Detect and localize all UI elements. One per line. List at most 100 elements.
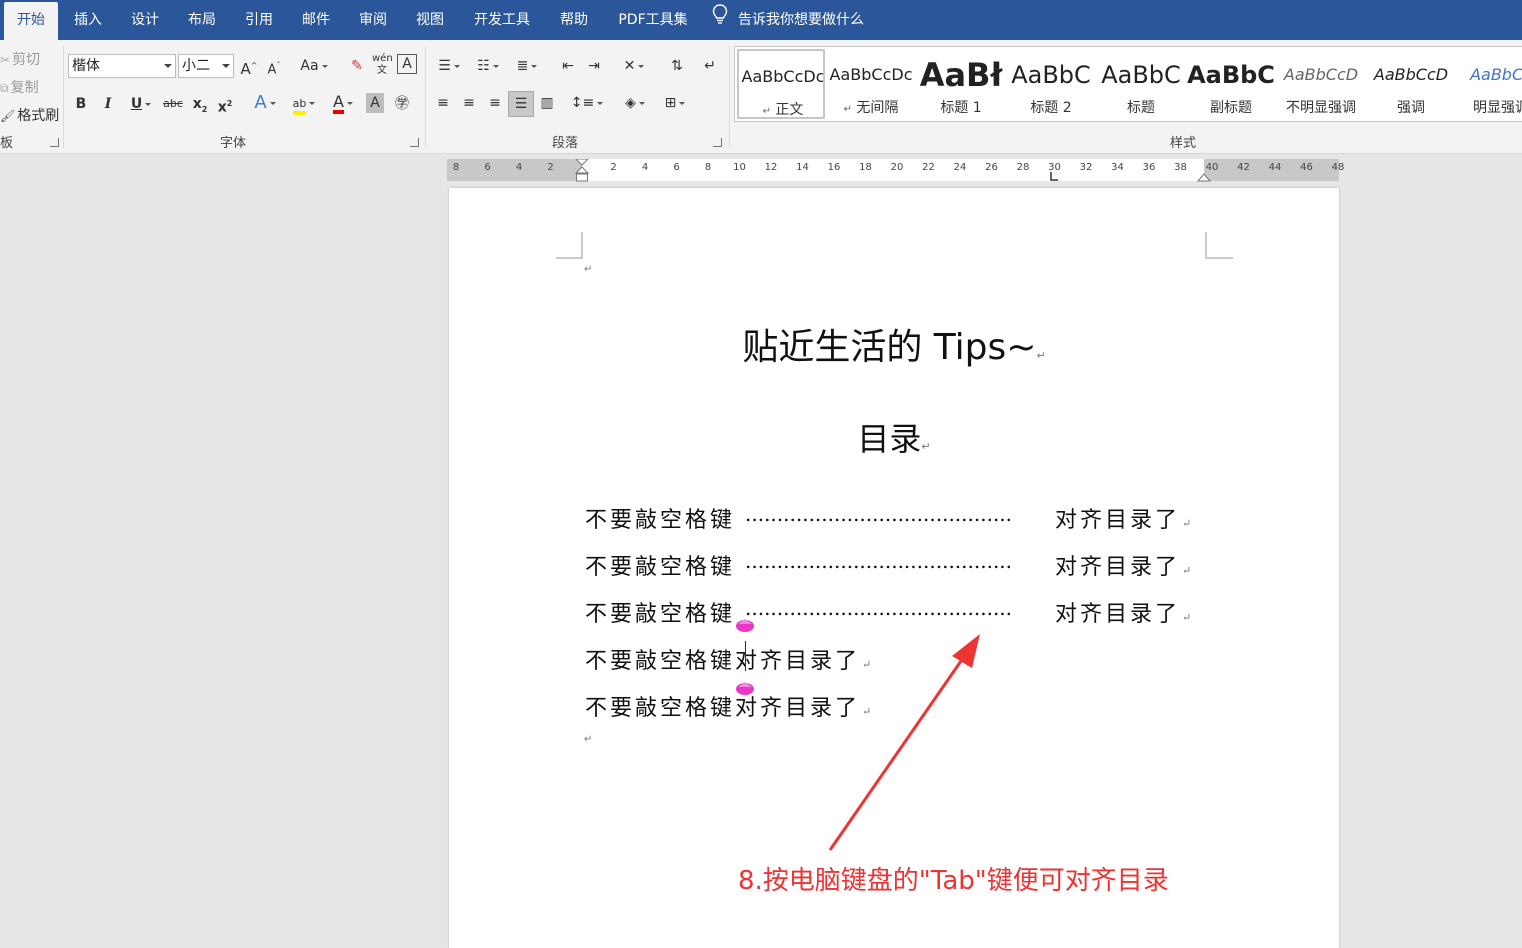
align-center-button[interactable]: ≡ [458, 92, 480, 114]
text-effects-button[interactable]: A [250, 92, 280, 114]
tell-me-search[interactable]: 告诉我你想要做什么 [712, 0, 902, 40]
character-border-button[interactable]: A [397, 54, 417, 74]
tab-stop-icon[interactable] [1049, 171, 1059, 183]
phonetic-guide-icon: wén 文 [372, 53, 393, 76]
style-normal[interactable]: AaBbCcDc ↵ 正文 [737, 49, 825, 119]
ruler-number: 6 [484, 162, 491, 173]
phonetic-guide-button[interactable]: wén 文 [372, 53, 393, 76]
distributed-button[interactable]: ▥ [536, 92, 558, 114]
ruler-number: 14 [796, 162, 809, 173]
grow-font-button[interactable]: A^ [240, 55, 258, 78]
line-spacing-button[interactable]: ↕≡ [570, 92, 604, 114]
selection-handle-bottom[interactable] [735, 680, 755, 696]
superscript-button[interactable]: x2 [215, 93, 235, 116]
toc-entry-right-text: 对齐目录了 ↵ [1055, 555, 1192, 580]
multilevel-list-button[interactable]: ≣ [510, 55, 544, 77]
toc-entry[interactable]: 不要敲空格键 .................................… [585, 549, 1205, 580]
paragraph-mark-icon: ↵ [704, 58, 716, 74]
sort-button[interactable]: ⇅ [666, 55, 688, 77]
tab-developer[interactable]: 开发工具 [461, 0, 543, 40]
shrink-font-button[interactable]: Aˇ [265, 55, 283, 77]
right-indent-marker-icon[interactable] [1197, 171, 1211, 183]
bullets-button[interactable]: ☰ [432, 55, 466, 77]
style-intense-emphasis[interactable]: AaBbCc 明显强调 [1457, 49, 1522, 119]
shading-button[interactable]: ◈ [618, 92, 652, 114]
align-left-button[interactable]: ≡ [432, 92, 454, 114]
tab-design[interactable]: 设计 [119, 0, 171, 40]
ruler-number: 32 [1079, 162, 1093, 173]
style-heading-2[interactable]: AaBbC 标题 2 [1007, 49, 1095, 119]
toc-heading[interactable]: 目录↵ [449, 414, 1339, 460]
chevron-down-icon [638, 101, 645, 105]
decrease-indent-button[interactable]: ⇤ [557, 55, 579, 77]
chevron-down-icon [597, 101, 604, 105]
clipboard-group-label: 板 [0, 136, 14, 151]
font-size-combo[interactable]: 小二 [178, 54, 234, 78]
bold-button[interactable]: B [72, 93, 90, 115]
tab-references[interactable]: 引用 [233, 0, 285, 40]
horizontal-ruler[interactable]: 8 6 4 2 2 4 6 8 10 12 14 16 18 20 22 24 26 28 30 32 34 36 38 40… [447, 159, 1344, 183]
chinese-layout-button[interactable]: ✕ [618, 55, 650, 77]
toc-entry[interactable]: 不要敲空格键 .................................… [585, 596, 1205, 627]
character-shading-button[interactable]: A [366, 93, 384, 113]
character-border-icon: A [402, 56, 412, 72]
selection-handle-top[interactable] [735, 617, 755, 633]
tab-view[interactable]: 视图 [404, 0, 456, 40]
ruler-number: 10 [733, 162, 746, 173]
tab-mailings[interactable]: 邮件 [290, 0, 342, 40]
ruler-number: 8 [452, 162, 460, 173]
justify-button[interactable]: ☰ [508, 91, 534, 117]
indent-marker-icon[interactable] [574, 159, 590, 187]
group-divider [63, 46, 64, 148]
distributed-icon: ▥ [540, 95, 554, 111]
clear-formatting-button[interactable]: ✎ [346, 55, 368, 77]
show-marks-button[interactable]: ↵ [699, 55, 721, 77]
tab-review[interactable]: 审阅 [347, 0, 399, 40]
font-dialog-launcher-icon[interactable] [410, 138, 419, 147]
increase-indent-button[interactable]: ⇥ [583, 55, 605, 77]
font-color-button[interactable]: A [326, 92, 360, 114]
underline-button[interactable]: U [125, 93, 157, 115]
tab-pdf-tools[interactable]: PDF工具集 [605, 0, 701, 40]
toc-entry[interactable]: 不要敲空格键 .................................… [585, 502, 1205, 533]
enclose-characters-button[interactable]: ㊫ [392, 93, 412, 115]
styles-gallery: AaBbCcDc ↵ 正文 AaBbCcDc ↵ 无间隔 AaBł 标题 1 A… [734, 46, 1522, 122]
style-subtle-emphasis[interactable]: AaBbCcD 不明显强调 [1277, 49, 1365, 119]
document-title[interactable]: 贴近生活的 Tips~↵ [449, 318, 1339, 370]
font-name-combo[interactable]: 楷体 [68, 54, 176, 78]
copy-button[interactable]: ⧉ 复制 [0, 77, 39, 97]
text-cursor [745, 641, 746, 671]
italic-button[interactable]: I [99, 93, 117, 115]
style-title[interactable]: AaBbC 标题 [1097, 49, 1185, 119]
clipboard-dialog-launcher-icon[interactable] [50, 138, 59, 147]
eraser-icon: ✎ [351, 58, 363, 74]
format-painter-button[interactable]: 🖌 格式刷 [0, 105, 59, 125]
ruler-number: 20 [890, 162, 904, 173]
style-subtitle[interactable]: AaBbC 副标题 [1187, 49, 1275, 119]
align-right-button[interactable]: ≡ [484, 92, 506, 114]
style-emphasis[interactable]: AaBbCcD 强调 [1367, 49, 1455, 119]
style-no-spacing[interactable]: AaBbCcDc ↵ 无间隔 [827, 49, 915, 119]
subscript-button[interactable]: x2 [190, 93, 210, 115]
highlight-button[interactable]: ab [287, 92, 321, 115]
bullets-icon: ☰ [438, 58, 451, 74]
strikethrough-button[interactable]: abc [162, 93, 184, 115]
leader-dots: ........................................… [745, 502, 1013, 526]
style-heading-1[interactable]: AaBł 标题 1 [917, 49, 1005, 119]
borders-button[interactable]: ⊞ [658, 92, 692, 114]
paragraph-dialog-launcher-icon[interactable] [713, 138, 722, 147]
tab-insert[interactable]: 插入 [62, 0, 114, 40]
tab-home[interactable]: 开始 [4, 2, 58, 40]
annotation-arrow [828, 634, 980, 851]
numbering-button[interactable]: ☷ [471, 55, 505, 77]
leader-dots: ........................................… [745, 596, 1013, 620]
tab-layout[interactable]: 布局 [176, 0, 228, 40]
paint-bucket-icon: ◈ [625, 95, 636, 111]
tab-help[interactable]: 帮助 [548, 0, 600, 40]
align-right-icon: ≡ [489, 95, 501, 111]
change-case-button[interactable]: Aa [297, 55, 331, 77]
chinese-layout-icon: ✕ [623, 58, 636, 74]
borders-icon: ⊞ [664, 95, 677, 111]
align-center-icon: ≡ [463, 95, 475, 111]
cut-button[interactable]: ✂ 剪切 [0, 49, 40, 69]
